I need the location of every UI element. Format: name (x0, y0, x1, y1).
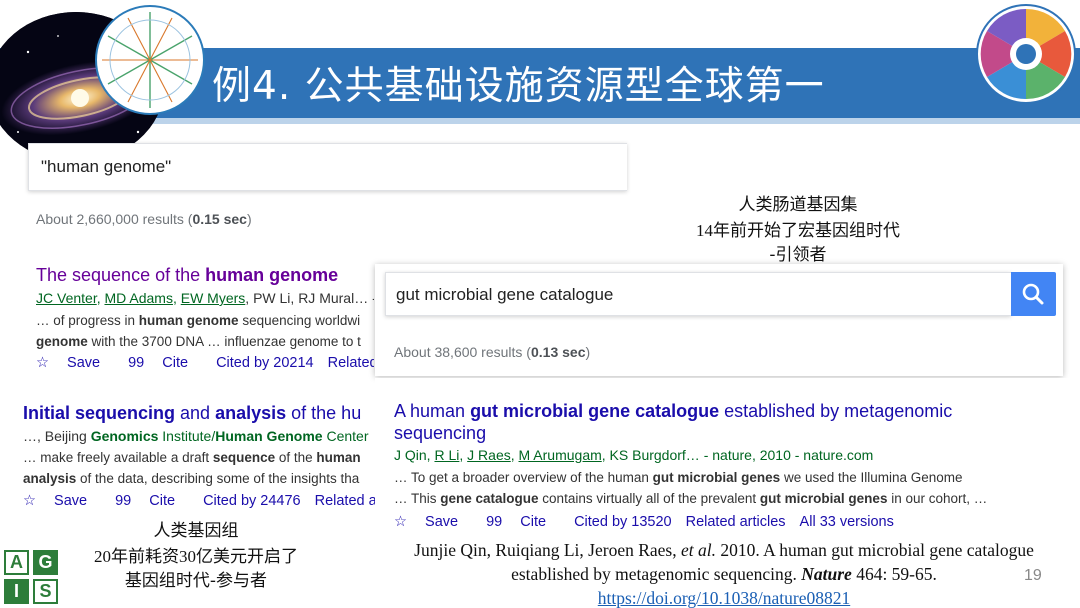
results-count: About 38,600 results (0.13 sec) (394, 344, 591, 360)
search-query-text: "human genome" (41, 157, 172, 176)
versions-link[interactable]: All 33 versions (800, 514, 894, 530)
star-icon: ☆ (23, 493, 36, 509)
author-link[interactable]: R Li (434, 447, 459, 463)
quote-icon: 99 (115, 493, 132, 509)
agis-logo: A G I S (4, 550, 60, 606)
search-input-human-genome[interactable]: "human genome" (28, 143, 627, 191)
quote-icon: 99 (486, 514, 503, 530)
search-input-gut-catalogue[interactable]: gut microbial gene catalogue (385, 272, 1011, 316)
result-snippet: … make freely available a draft sequence… (23, 450, 361, 486)
save-button[interactable]: ☆ Save (36, 355, 114, 371)
result-authors: J Qin, R Li, J Raes, M Arumugam, KS Burg… (394, 447, 874, 463)
cited-by-link[interactable]: Cited by 13520 (574, 514, 672, 530)
cite-button[interactable]: 99 Cite (486, 514, 560, 530)
phylogenetic-tree-icon (92, 2, 208, 118)
result-title-link[interactable]: The sequence of the human genome (36, 265, 374, 286)
author-link[interactable]: MD Adams (104, 290, 172, 306)
results-count: About 2,660,000 results (0.15 sec) (36, 211, 252, 227)
save-button[interactable]: ☆ Save (23, 493, 101, 509)
star-icon: ☆ (36, 355, 49, 371)
result-snippet: … of progress in human genome sequencing… (36, 313, 361, 349)
search-icon (1022, 283, 1044, 305)
doi-link[interactable]: https://doi.org/10.1038/nature08821 (598, 588, 850, 608)
quote-icon: 99 (128, 355, 145, 371)
result-actions: ☆ Save 99 Cite Cited by 24476 Related artic… (23, 493, 375, 509)
result-snippet: … To get a broader overview of the human… (394, 470, 988, 506)
result-authors: …, Beijing Genomics Institute/Human Geno… (23, 428, 369, 444)
reference-citation: Junjie Qin, Ruiqiang Li, Jeroen Raes, et… (414, 540, 1034, 608)
slide-title: 例4. 公共基础设施资源型全球第一 (212, 64, 825, 109)
cited-by-link[interactable]: Cited by 20214 (216, 355, 314, 371)
author-link[interactable]: J Raes (467, 447, 511, 463)
result-title-link[interactable]: A human gut microbial gene catalogue est… (394, 400, 1044, 444)
result-title-link[interactable]: Initial sequencing and analysis of the h… (23, 403, 375, 424)
page-number: 19 (1024, 567, 1042, 584)
save-button[interactable]: ☆ Save (394, 514, 472, 530)
result-actions: ☆ Save 99 Cite Cited by 20214 Related artic… (36, 355, 374, 371)
cited-by-link[interactable]: Cited by 24476 (203, 493, 301, 509)
result-authors: JC Venter, MD Adams, EW Myers, PW Li, RJ… (36, 290, 374, 306)
search-query-text: gut microbial gene catalogue (396, 285, 614, 304)
related-articles-link[interactable]: Related articles (686, 514, 786, 530)
search-button[interactable] (1011, 272, 1056, 316)
microbiome-wheel-icon (976, 4, 1076, 104)
human-genome-caption: 人类基因组 20年前耗资30亿美元开启了 基因组时代-参与者 (94, 521, 298, 591)
gut-catalogue-caption: 人类肠道基因集 14年前开始了宏基因组时代 -引领者 (696, 195, 900, 265)
cite-button[interactable]: 99 Cite (128, 355, 202, 371)
star-icon: ☆ (394, 514, 407, 530)
author-link[interactable]: EW Myers (181, 290, 246, 306)
author-link[interactable]: JC Venter (36, 290, 97, 306)
cite-button[interactable]: 99 Cite (115, 493, 189, 509)
related-articles-link[interactable]: Related articles (315, 493, 375, 509)
author-link[interactable]: M Arumugam (519, 447, 602, 463)
result-actions: ☆ Save 99 Cite Cited by 13520 Related artic… (394, 514, 1054, 530)
related-articles-link[interactable]: Related articles (328, 355, 374, 371)
